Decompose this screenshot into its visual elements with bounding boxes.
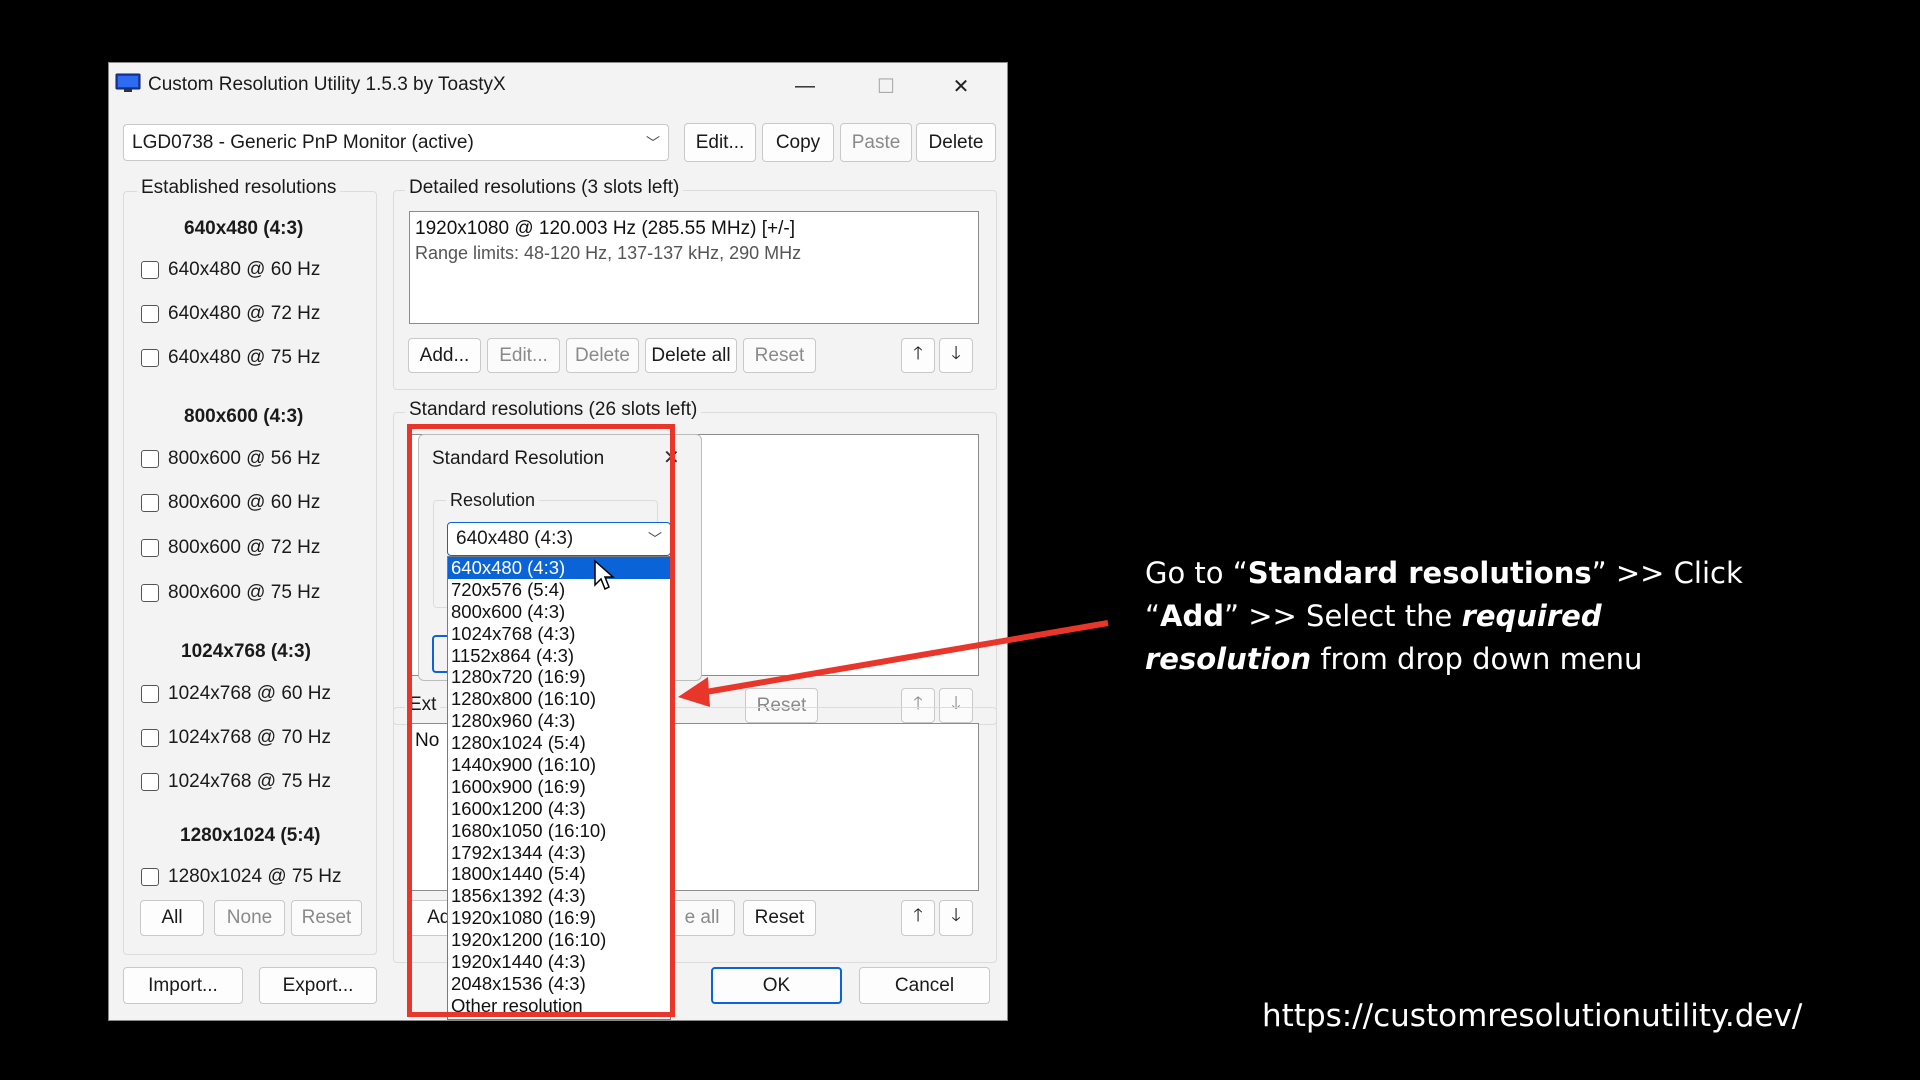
checkbox-box (141, 349, 159, 367)
minimize-icon: — (795, 74, 815, 97)
detailed-edit-button[interactable]: Edit... (487, 338, 560, 373)
arrow-down-icon: 🡓 (951, 905, 961, 925)
checkbox-box (141, 584, 159, 602)
minimize-button[interactable]: — (767, 63, 843, 109)
detailed-list-item[interactable]: 1920x1080 @ 120.003 Hz (285.55 MHz) [+/-… (415, 218, 795, 240)
checkbox-box (141, 685, 159, 703)
checkbox-label: 800x600 @ 75 Hz (168, 582, 321, 603)
detailed-delete-button[interactable]: Delete (566, 338, 639, 373)
monitor-copy-button[interactable]: Copy (762, 123, 834, 162)
arrow-up-icon: 🡑 (913, 905, 923, 925)
checkbox-box (141, 305, 159, 323)
checkbox-box (141, 494, 159, 512)
checkbox-box (141, 868, 159, 886)
close-button[interactable]: ✕ (923, 63, 999, 109)
checkbox-box (141, 729, 159, 747)
checkbox-box (141, 450, 159, 468)
detailed-add-button[interactable]: Add... (408, 338, 481, 373)
chevron-down-icon: ﹀ (646, 134, 660, 151)
detailed-title: Detailed resolutions (3 slots left) (405, 177, 684, 199)
arrow-down-icon: 🡓 (951, 342, 961, 363)
detailed-range-limits[interactable]: Range limits: 48-120 Hz, 137-137 kHz, 29… (415, 243, 801, 264)
checkbox-800x600-75[interactable]: 800x600 @ 75 Hz (141, 582, 320, 604)
checkbox-1024x768-60[interactable]: 1024x768 @ 60 Hz (141, 683, 331, 705)
established-reset-button[interactable]: Reset (291, 900, 362, 936)
checkbox-label: 1024x768 @ 70 Hz (168, 727, 331, 748)
annotation-arrow (678, 620, 1109, 707)
checkbox-640x480-72[interactable]: 640x480 @ 72 Hz (141, 303, 320, 325)
extension-move-down-button[interactable]: 🡓 (939, 900, 973, 936)
checkbox-1024x768-70[interactable]: 1024x768 @ 70 Hz (141, 727, 331, 749)
checkbox-640x480-75[interactable]: 640x480 @ 75 Hz (141, 347, 320, 369)
instruction-text-part: from drop down menu (1311, 642, 1643, 676)
checkbox-box (141, 539, 159, 557)
import-button[interactable]: Import... (123, 967, 243, 1004)
monitor-select[interactable]: LGD0738 - Generic PnP Monitor (active) ﹀ (123, 124, 669, 161)
checkbox-label: 640x480 @ 72 Hz (168, 303, 321, 324)
established-heading: 1024x768 (4:3) (181, 641, 311, 662)
instruction-text-part: ” >> Select the (1224, 599, 1462, 633)
maximize-icon: ☐ (877, 75, 895, 98)
standard-title: Standard resolutions (26 slots left) (405, 399, 702, 421)
checkbox-800x600-72[interactable]: 800x600 @ 72 Hz (141, 537, 320, 559)
instruction-bold-add: Add (1160, 599, 1224, 633)
established-title: Established resolutions (137, 177, 341, 199)
instruction-text-part: Go to “ (1145, 556, 1248, 590)
checkbox-label: 640x480 @ 60 Hz (168, 259, 321, 280)
monitor-paste-button[interactable]: Paste (840, 123, 912, 162)
monitor-select-value: LGD0738 - Generic PnP Monitor (active) (132, 131, 474, 153)
extension-delete-all-button[interactable]: e all (669, 900, 735, 936)
arrow-up-icon: 🡑 (913, 342, 923, 363)
checkbox-label: 1280x1024 @ 75 Hz (168, 866, 342, 887)
detailed-move-up-button[interactable]: 🡑 (901, 338, 935, 373)
checkbox-label: 800x600 @ 56 Hz (168, 448, 321, 469)
monitor-delete-button[interactable]: Delete (916, 123, 996, 162)
checkbox-800x600-60[interactable]: 800x600 @ 60 Hz (141, 492, 320, 514)
checkbox-800x600-56[interactable]: 800x600 @ 56 Hz (141, 448, 320, 470)
established-all-button[interactable]: All (140, 900, 204, 936)
detailed-reset-button[interactable]: Reset (743, 338, 816, 373)
checkbox-label: 1024x768 @ 60 Hz (168, 683, 331, 704)
checkbox-1280x1024-75[interactable]: 1280x1024 @ 75 Hz (141, 866, 342, 888)
ok-button[interactable]: OK (711, 967, 842, 1004)
highlight-box (407, 424, 675, 1017)
instruction-bold-standard: Standard resolutions (1247, 556, 1592, 590)
cancel-button[interactable]: Cancel (859, 967, 990, 1004)
instruction-text: Go to “Standard resolutions” >> Click “A… (1145, 552, 1765, 681)
established-heading: 800x600 (4:3) (184, 406, 304, 427)
checkbox-box (141, 773, 159, 791)
established-heading: 1280x1024 (5:4) (180, 825, 321, 846)
website-url: https://customresolutionutility.dev/ (1262, 998, 1803, 1034)
close-icon: ✕ (952, 75, 970, 98)
detailed-list[interactable]: 1920x1080 @ 120.003 Hz (285.55 MHz) [+/-… (409, 211, 979, 324)
checkbox-label: 800x600 @ 60 Hz (168, 492, 321, 513)
window-title: Custom Resolution Utility 1.5.3 by Toast… (148, 74, 506, 95)
monitor-edit-button[interactable]: Edit... (684, 123, 756, 162)
established-none-button[interactable]: None (214, 900, 285, 936)
checkbox-640x480-60[interactable]: 640x480 @ 60 Hz (141, 259, 320, 281)
maximize-button[interactable]: ☐ (848, 63, 924, 109)
checkbox-label: 640x480 @ 75 Hz (168, 347, 321, 368)
checkbox-1024x768-75[interactable]: 1024x768 @ 75 Hz (141, 771, 331, 793)
extension-reset-button[interactable]: Reset (743, 900, 816, 936)
export-button[interactable]: Export... (259, 967, 377, 1004)
checkbox-label: 800x600 @ 72 Hz (168, 537, 321, 558)
established-heading: 640x480 (4:3) (184, 218, 304, 239)
monitor-app-icon (115, 73, 141, 92)
detailed-move-down-button[interactable]: 🡓 (939, 338, 973, 373)
detailed-delete-all-button[interactable]: Delete all (645, 338, 737, 373)
extension-move-up-button[interactable]: 🡑 (901, 900, 935, 936)
checkbox-box (141, 261, 159, 279)
title-bar: Custom Resolution Utility 1.5.3 by Toast… (109, 63, 1007, 109)
checkbox-label: 1024x768 @ 75 Hz (168, 771, 331, 792)
